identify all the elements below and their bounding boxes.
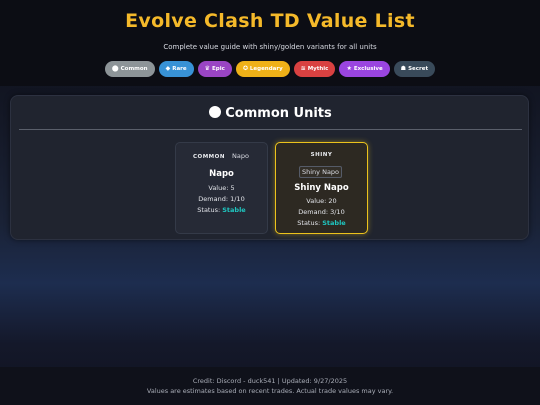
section-title: Common Units <box>11 106 530 121</box>
nav-secret-button[interactable]: ☗ Secret <box>393 61 436 77</box>
page-header: Evolve Clash TD Value List Complete valu… <box>0 0 540 86</box>
rarity-nav: ⬤ Common ◆ Rare ♛ Epic ✪ Legendary ≋ Mythic ★… <box>0 61 540 77</box>
page-footer: Credit: Discord - duck541 | Updated: 9/2… <box>0 367 540 405</box>
footer-credit: Credit: Discord - duck541 | Updated: 9/2… <box>192 377 348 385</box>
status-badge: Stable <box>222 206 246 214</box>
rarity-label: COMMON <box>193 154 225 160</box>
nav-mythic-button[interactable]: ≋ Mythic <box>293 61 336 77</box>
footer-disclaimer: Values are estimates based on recent tra… <box>146 387 394 395</box>
star-icon: ★ <box>346 65 352 72</box>
unit-status: Status: Stable <box>297 219 346 227</box>
unit-card-shiny-napo[interactable]: SHINY Shiny Napo Shiny Napo Value: 20 De… <box>275 142 368 234</box>
unit-card-napo[interactable]: COMMON Napo Napo Value: 5 Demand: 1/10 S… <box>175 142 268 234</box>
unit-demand: Demand: 1/10 <box>198 195 245 203</box>
page-subtitle: Complete value guide with shiny/golden v… <box>163 43 377 51</box>
unit-image: Shiny Napo <box>299 166 343 178</box>
diamond-icon: ◆ <box>165 65 171 72</box>
page-title: Evolve Clash TD Value List <box>125 10 415 32</box>
rarity-label: SHINY <box>310 152 333 158</box>
unit-value: Value: 20 <box>306 197 337 205</box>
unit-value: Value: 5 <box>208 184 235 192</box>
star-badge-icon: ✪ <box>242 65 248 72</box>
unit-image: Napo <box>232 152 249 160</box>
white-circle-icon <box>209 106 222 118</box>
section-divider <box>19 129 522 130</box>
unit-name: Shiny Napo <box>294 183 349 193</box>
crown-icon: ♛ <box>204 65 211 72</box>
nav-epic-button[interactable]: ♛ Epic <box>197 61 232 77</box>
nav-rare-button[interactable]: ◆ Rare <box>158 61 194 77</box>
dragon-icon: ≋ <box>300 65 306 72</box>
unit-demand: Demand: 3/10 <box>298 208 345 216</box>
status-badge: Stable <box>322 219 346 227</box>
circle-icon: ⬤ <box>111 65 119 72</box>
nav-common-button[interactable]: ⬤ Common <box>104 61 155 77</box>
unit-status: Status: Stable <box>197 206 246 214</box>
spy-icon: ☗ <box>400 65 407 72</box>
nav-exclusive-button[interactable]: ★ Exclusive <box>339 61 390 77</box>
nav-legendary-button[interactable]: ✪ Legendary <box>235 61 290 77</box>
unit-name: Napo <box>209 169 234 179</box>
common-units-section: Common Units COMMON Napo Napo Value: 5 D… <box>10 95 529 240</box>
